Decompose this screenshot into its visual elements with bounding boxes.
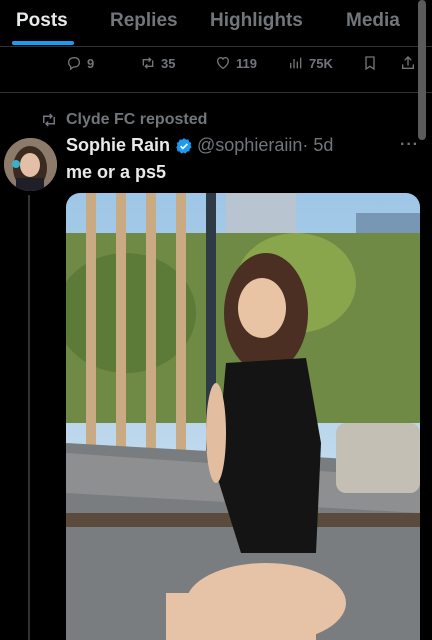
repost-icon [43, 113, 55, 127]
repost-count: 35 [161, 55, 176, 71]
profile-tabs: Posts Replies Highlights Media [0, 0, 432, 46]
scrollbar[interactable] [418, 0, 426, 140]
bookmark-icon [365, 56, 375, 71]
handle[interactable]: @sophieraiin [197, 135, 302, 156]
avatar[interactable] [4, 138, 57, 191]
thread-line [28, 195, 30, 640]
bookmark-button[interactable] [362, 55, 378, 71]
more-options-button[interactable]: ··· [400, 136, 419, 154]
post-time[interactable]: · 5d [302, 135, 333, 156]
repost-button[interactable]: 35 [140, 55, 175, 71]
tab-posts[interactable]: Posts [16, 10, 68, 32]
share-icon [402, 56, 414, 69]
display-name[interactable]: Sophie Rain [66, 135, 170, 156]
repost-indicator[interactable]: Clyde FC reposted [40, 111, 207, 129]
reply-icon [67, 57, 81, 71]
like-button[interactable]: 119 [215, 55, 257, 71]
post-divider [0, 92, 432, 93]
like-count: 119 [236, 55, 257, 71]
tab-replies[interactable]: Replies [110, 10, 178, 32]
views-icon [290, 57, 302, 69]
views-count: 75K [309, 55, 333, 71]
repost-icon [142, 57, 154, 69]
active-tab-indicator [12, 41, 74, 45]
tab-highlights[interactable]: Highlights [210, 10, 303, 32]
reply-button[interactable]: 9 [66, 55, 94, 71]
post-media-image[interactable] [66, 193, 420, 640]
tabs-divider [0, 46, 432, 47]
prev-post-action-bar: 9 35 119 75K [0, 52, 432, 76]
verified-badge-icon [176, 137, 192, 154]
like-icon [216, 56, 230, 70]
share-button[interactable] [400, 55, 416, 71]
repost-label: Clyde FC reposted [66, 111, 208, 128]
post-author[interactable]: Sophie Rain @sophieraiin · 5d [66, 135, 333, 156]
tweet-text: me or a ps5 [66, 162, 167, 182]
tab-media[interactable]: Media [346, 10, 400, 32]
reply-count: 9 [87, 55, 95, 71]
views-button[interactable]: 75K [288, 55, 333, 71]
